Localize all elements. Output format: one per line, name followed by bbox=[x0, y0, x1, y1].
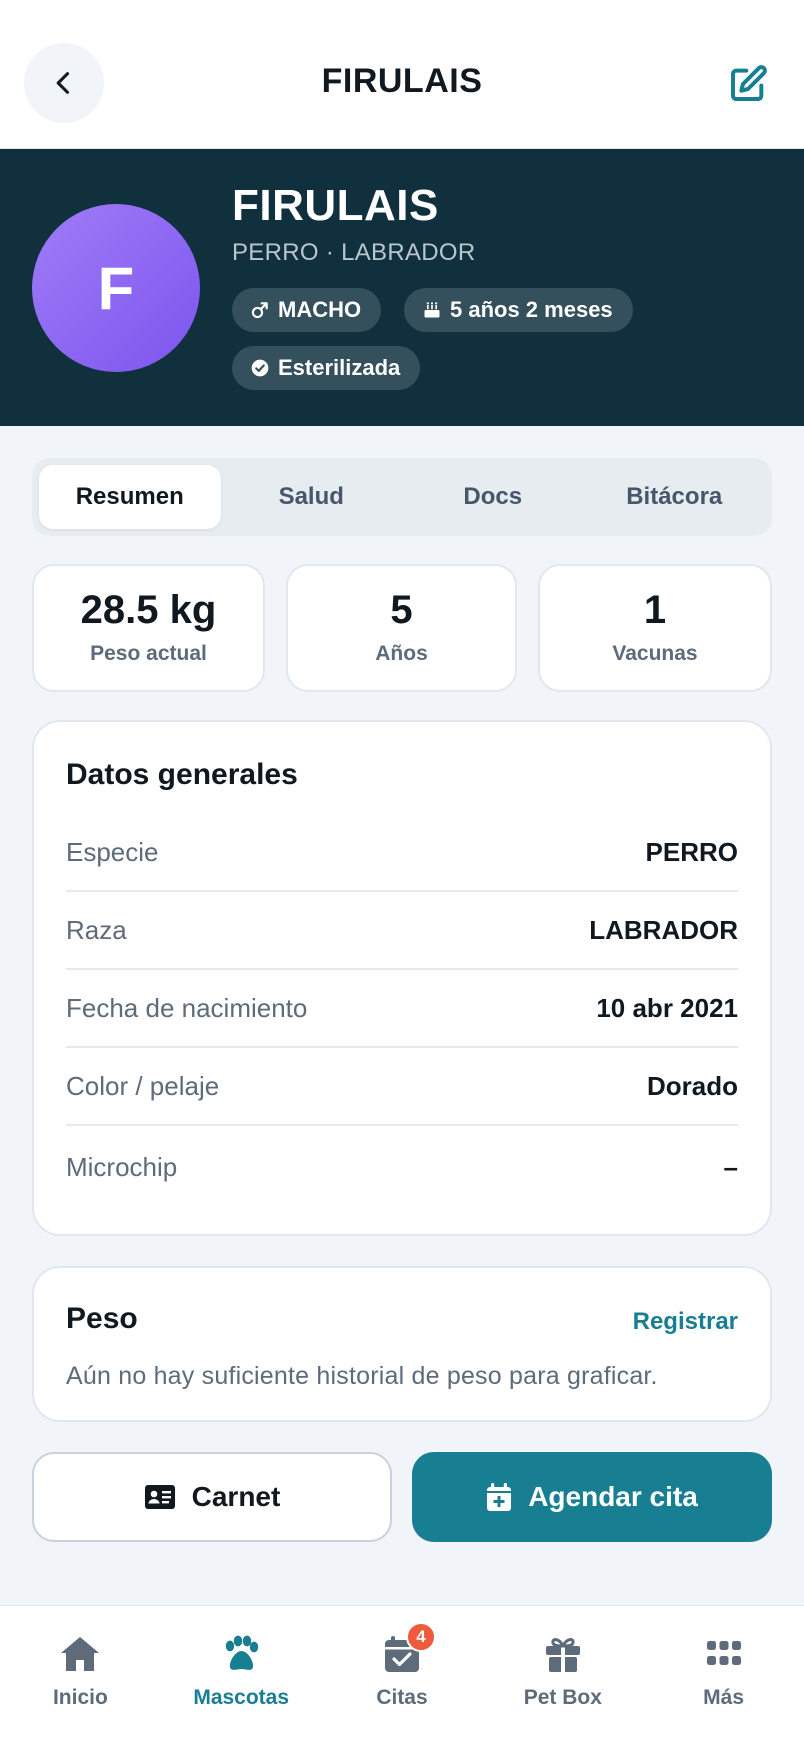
tab-bar: Resumen Salud Docs Bitácora bbox=[32, 458, 772, 536]
row-label: Fecha de nacimiento bbox=[66, 992, 308, 1023]
pet-name: FIRULAIS bbox=[232, 181, 439, 230]
app-bar: FIRULAIS bbox=[0, 0, 804, 149]
row-label: Color / pelaje bbox=[66, 1070, 220, 1101]
nav-item-pet-box[interactable]: Pet Box bbox=[482, 1606, 643, 1740]
stat-years: 5 Años bbox=[286, 564, 517, 692]
carnet-label: Carnet bbox=[191, 1481, 281, 1512]
weight-card: Peso Registrar Aún no hay suficiente his… bbox=[32, 1266, 772, 1422]
row-value: Dorado bbox=[647, 1070, 738, 1101]
paw-icon bbox=[225, 1635, 259, 1670]
data-row-microchip: Microchip – bbox=[66, 1128, 738, 1206]
gift-icon bbox=[545, 1638, 580, 1672]
tab-docs[interactable]: Docs bbox=[402, 465, 584, 529]
data-row-birthdate: Fecha de nacimiento 10 abr 2021 bbox=[66, 970, 738, 1048]
sterilized-label: Esterilizada bbox=[278, 355, 401, 380]
id-card-icon bbox=[144, 1485, 175, 1509]
stat-weight: 28.5 kg Peso actual bbox=[32, 564, 265, 692]
sterilized-chip: Esterilizada bbox=[232, 346, 421, 390]
tab-salud[interactable]: Salud bbox=[221, 465, 403, 529]
pet-species-breed: PERRO · LABRADOR bbox=[232, 239, 476, 266]
edit-icon bbox=[731, 65, 767, 101]
nav-label: Citas bbox=[376, 1686, 428, 1709]
row-value: 10 abr 2021 bbox=[596, 992, 738, 1023]
nav-item-mas[interactable]: Más bbox=[643, 1606, 804, 1740]
weight-empty-message: Aún no hay suficiente historial de peso … bbox=[66, 1362, 658, 1390]
stat-label: Años bbox=[375, 642, 428, 665]
general-data-title: Datos generales bbox=[66, 758, 298, 791]
row-label: Microchip bbox=[66, 1151, 178, 1182]
row-value: LABRADOR bbox=[589, 914, 738, 945]
cake-icon bbox=[424, 302, 440, 318]
stat-label: Vacunas bbox=[612, 642, 698, 665]
carnet-button[interactable]: Carnet bbox=[32, 1452, 392, 1542]
sex-chip: MACHO bbox=[232, 288, 382, 332]
tab-bitacora[interactable]: Bitácora bbox=[584, 465, 766, 529]
nav-label: Más bbox=[703, 1686, 745, 1709]
tab-resumen[interactable]: Resumen bbox=[39, 465, 221, 529]
age-chip: 5 años 2 meses bbox=[404, 288, 633, 332]
nav-item-mascotas[interactable]: Mascotas bbox=[161, 1606, 322, 1740]
pet-header: F FIRULAIS PERRO · LABRADOR MACHO 5 años… bbox=[0, 149, 804, 426]
row-value: PERRO bbox=[645, 836, 738, 867]
nav-item-citas[interactable]: 4 Citas bbox=[322, 1606, 483, 1740]
stat-label: Peso actual bbox=[90, 642, 207, 665]
bottom-nav: Inicio Mascotas 4 Citas Pet Box Más bbox=[0, 1605, 804, 1740]
data-row-color: Color / pelaje Dorado bbox=[66, 1048, 738, 1126]
age-label: 5 años 2 meses bbox=[450, 297, 613, 322]
stat-value: 5 bbox=[390, 588, 413, 632]
stat-value: 1 bbox=[643, 588, 667, 632]
nav-label: Inicio bbox=[52, 1686, 108, 1709]
check-circle-icon bbox=[251, 359, 269, 377]
nav-item-inicio[interactable]: Inicio bbox=[0, 1606, 161, 1740]
nav-label: Mascotas bbox=[193, 1686, 290, 1709]
weight-title: Peso bbox=[66, 1302, 138, 1335]
row-value: – bbox=[723, 1151, 738, 1182]
stat-vaccines: 1 Vacunas bbox=[538, 564, 772, 692]
edit-button[interactable] bbox=[726, 62, 770, 106]
male-icon bbox=[251, 302, 268, 319]
avatar: F bbox=[32, 204, 200, 372]
data-row-breed: Raza LABRADOR bbox=[66, 892, 738, 970]
data-row-species: Especie PERRO bbox=[66, 814, 738, 892]
sex-label: MACHO bbox=[278, 297, 362, 322]
register-weight-link[interactable]: Registrar bbox=[633, 1308, 738, 1336]
nav-label: Pet Box bbox=[523, 1686, 602, 1709]
appointments-count-badge: 4 bbox=[405, 1622, 436, 1652]
grid-icon bbox=[706, 1641, 741, 1665]
schedule-appointment-button[interactable]: Agendar cita bbox=[412, 1452, 772, 1542]
stat-value: 28.5 kg bbox=[80, 588, 217, 632]
schedule-label: Agendar cita bbox=[528, 1481, 698, 1512]
row-label: Especie bbox=[66, 836, 159, 867]
general-data-card: Datos generales Especie PERRO Raza LABRA… bbox=[32, 720, 772, 1236]
row-label: Raza bbox=[66, 914, 127, 945]
page-title: FIRULAIS bbox=[321, 62, 483, 100]
home-icon bbox=[61, 1637, 100, 1671]
calendar-plus-icon bbox=[487, 1483, 512, 1511]
